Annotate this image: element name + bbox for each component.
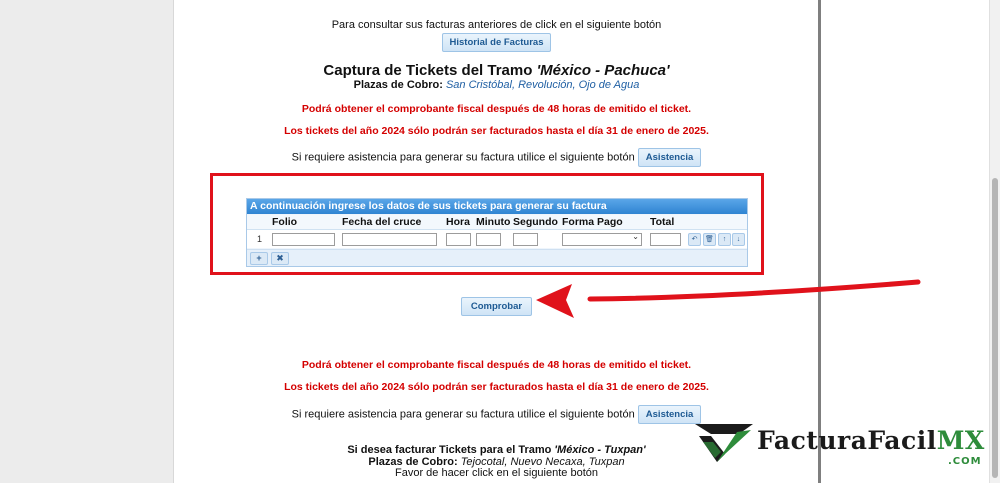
logo: FacturaFacilMX .COM bbox=[693, 420, 993, 470]
logo-icon bbox=[695, 424, 753, 462]
logo-text: FacturaFacilMX bbox=[757, 426, 985, 455]
red-arrow-annotation bbox=[536, 279, 921, 318]
logo-domain: .COM bbox=[948, 456, 982, 467]
